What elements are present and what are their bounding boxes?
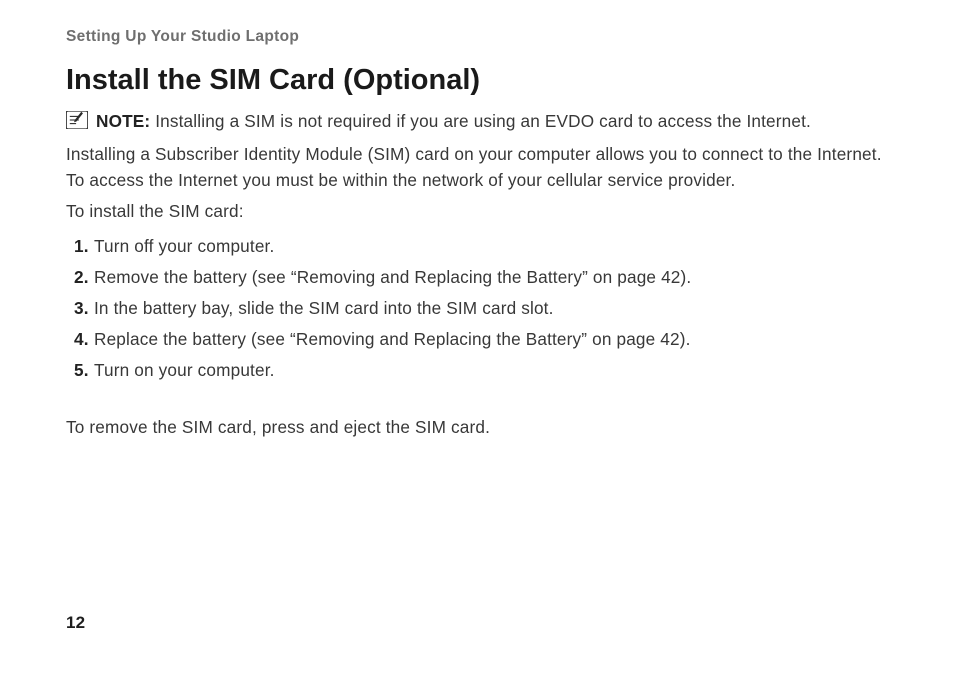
step-text: Turn on your computer. [94, 360, 275, 380]
step-text: Turn off your computer. [94, 236, 274, 256]
step-text: In the battery bay, slide the SIM card i… [94, 298, 554, 318]
note-block: NOTE: Installing a SIM is not required i… [66, 109, 888, 135]
closing-paragraph: To remove the SIM card, press and eject … [66, 414, 888, 441]
step-number: 4. [74, 324, 89, 355]
list-item: 3.In the battery bay, slide the SIM card… [74, 293, 888, 324]
pencil-note-icon [66, 111, 88, 129]
step-text: Replace the battery (see “Removing and R… [94, 329, 691, 349]
step-text: Remove the battery (see “Removing and Re… [94, 267, 691, 287]
list-item: 4.Replace the battery (see “Removing and… [74, 324, 888, 355]
chapter-title: Setting Up Your Studio Laptop [66, 28, 888, 46]
step-number: 5. [74, 355, 89, 386]
step-number: 2. [74, 262, 89, 293]
page-number: 12 [66, 613, 85, 633]
step-number: 3. [74, 293, 89, 324]
intro-paragraph: Installing a Subscriber Identity Module … [66, 141, 888, 194]
note-label: NOTE: [96, 111, 150, 131]
lead-in-text: To install the SIM card: [66, 198, 888, 225]
list-item: 5.Turn on your computer. [74, 355, 888, 386]
list-item: 1.Turn off your computer. [74, 231, 888, 262]
step-number: 1. [74, 231, 89, 262]
steps-list: 1.Turn off your computer. 2.Remove the b… [74, 231, 888, 386]
note-text: NOTE: Installing a SIM is not required i… [96, 109, 811, 135]
section-title: Install the SIM Card (Optional) [66, 64, 888, 97]
note-body: Installing a SIM is not required if you … [150, 111, 811, 131]
list-item: 2.Remove the battery (see “Removing and … [74, 262, 888, 293]
